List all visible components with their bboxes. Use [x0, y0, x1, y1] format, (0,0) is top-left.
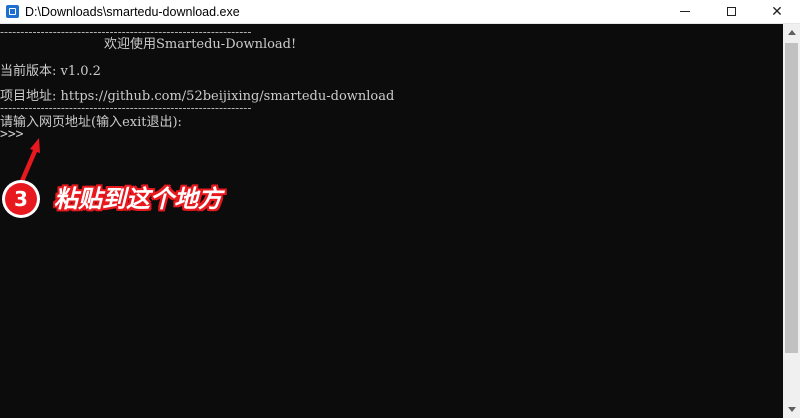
maximize-button[interactable]	[708, 0, 754, 23]
chevron-down-icon	[787, 407, 796, 412]
chevron-up-icon	[787, 30, 796, 35]
close-icon: ✕	[771, 3, 783, 20]
window-title: D:\Downloads\smartedu-download.exe	[25, 4, 240, 19]
scroll-thumb[interactable]	[785, 43, 798, 353]
step-number: 3	[5, 183, 37, 215]
scroll-down-button[interactable]	[783, 401, 800, 418]
minimize-icon	[680, 11, 690, 12]
maximize-icon	[726, 7, 736, 16]
console-app-icon	[6, 5, 19, 18]
input-prompt: 请输入网页地址(输入exit退出):	[0, 115, 182, 130]
scroll-up-button[interactable]	[783, 24, 800, 41]
console-output[interactable]: ----------------------------------------…	[0, 24, 783, 418]
separator-bottom: ----------------------------------------…	[0, 101, 252, 115]
window-controls: ✕	[662, 0, 800, 23]
minimize-button[interactable]	[662, 0, 708, 23]
version-line: 当前版本: v1.0.2	[0, 64, 101, 79]
vertical-scrollbar[interactable]	[783, 24, 800, 418]
step-badge: 3	[2, 180, 40, 218]
close-button[interactable]: ✕	[754, 0, 800, 23]
welcome-message: 欢迎使用Smartedu-Download!	[104, 37, 297, 52]
annotation-label: 粘贴到这个地方	[54, 185, 222, 213]
title-bar[interactable]: D:\Downloads\smartedu-download.exe ✕	[0, 0, 800, 24]
cursor-prompt[interactable]: >>>	[0, 127, 23, 143]
